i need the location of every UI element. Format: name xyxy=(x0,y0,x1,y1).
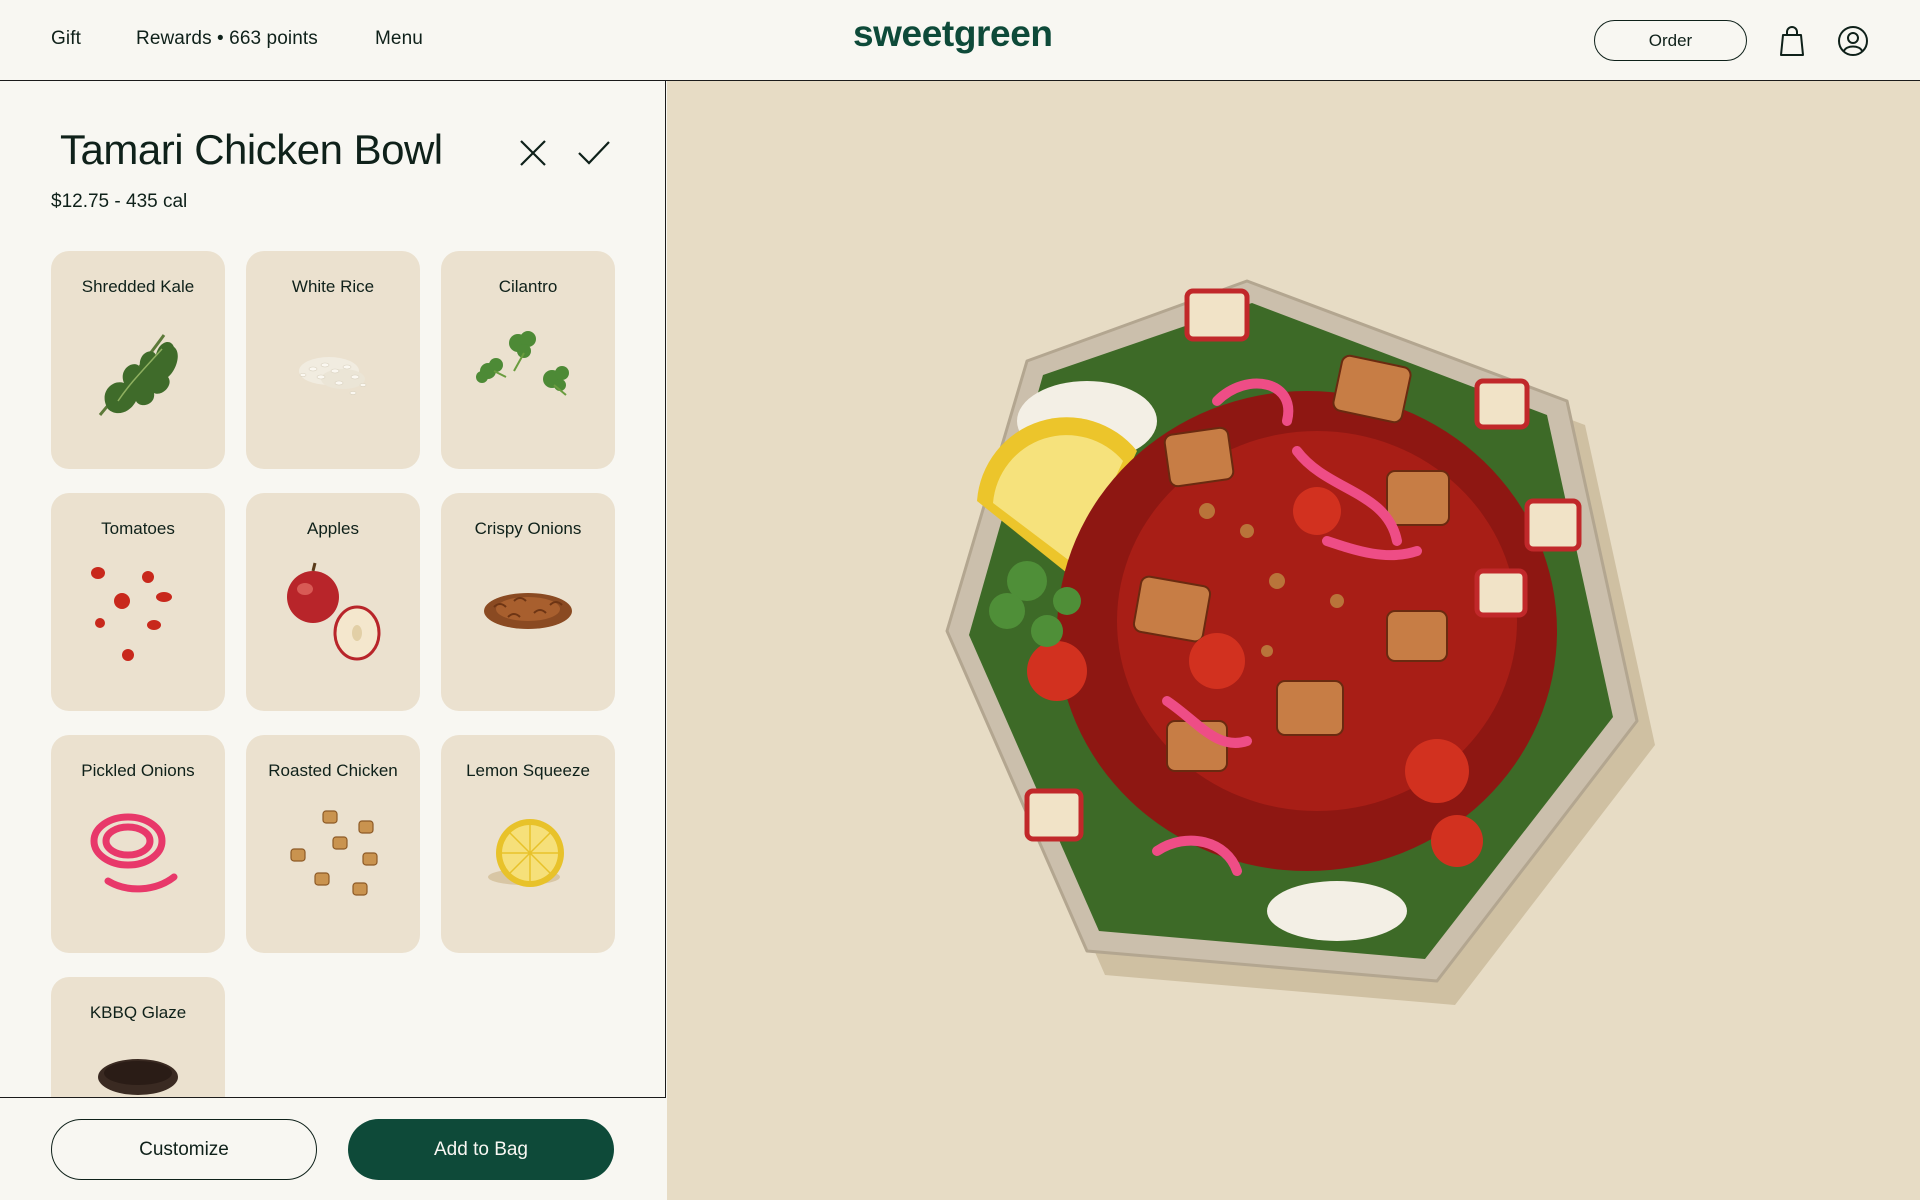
add-to-bag-button[interactable]: Add to Bag xyxy=(348,1119,614,1180)
ingredient-name: Tomatoes xyxy=(101,519,175,538)
lemon-icon xyxy=(488,819,564,887)
ingredient-card[interactable]: Tomatoes xyxy=(51,493,225,711)
ingredient-grid: Shredded Kale White Rice Cilantro Tomato… xyxy=(51,251,615,1195)
apples-icon xyxy=(287,562,381,661)
ingredient-name: White Rice xyxy=(291,277,375,296)
price-calories: $12.75 - 435 cal xyxy=(51,191,188,212)
account-icon[interactable] xyxy=(1837,25,1869,57)
order-button[interactable]: Order xyxy=(1594,20,1747,61)
product-hero xyxy=(667,81,1920,1200)
nav-menu-link[interactable]: Menu xyxy=(375,28,423,50)
crispy-onions-icon xyxy=(484,593,572,629)
close-icon[interactable] xyxy=(518,138,548,168)
ingredient-name: Crispy Onions xyxy=(474,519,582,538)
ingredient-name: Shredded Kale xyxy=(81,277,195,296)
kale-icon xyxy=(98,334,178,416)
top-header: Gift Rewards • 663 points Menu sweetgree… xyxy=(0,0,1920,81)
brand-logo[interactable]: sweetgreen xyxy=(853,13,1053,55)
ingredient-card[interactable]: White Rice xyxy=(246,251,420,469)
action-bar: Customize Add to Bag xyxy=(0,1097,666,1200)
customize-button[interactable]: Customize xyxy=(51,1119,317,1180)
ingredient-name: Cilantro xyxy=(498,277,558,296)
ingredient-card[interactable]: Pickled Onions xyxy=(51,735,225,953)
ingredient-card[interactable]: Roasted Chicken xyxy=(246,735,420,953)
rice-icon xyxy=(299,357,367,395)
cilantro-icon xyxy=(476,331,569,396)
ingredient-name: KBBQ Glaze xyxy=(89,1003,187,1022)
ingredient-name: Pickled Onions xyxy=(81,761,195,780)
nav-gift-link[interactable]: Gift xyxy=(51,28,81,50)
bag-icon[interactable] xyxy=(1778,25,1806,57)
ingredient-card[interactable]: Cilantro xyxy=(441,251,615,469)
nav-rewards-link[interactable]: Rewards • 663 points xyxy=(136,28,318,50)
pickled-onions-icon xyxy=(90,813,178,893)
ingredient-card[interactable]: Lemon Squeeze xyxy=(441,735,615,953)
ingredient-name: Roasted Chicken xyxy=(268,761,398,780)
product-detail-panel: Tamari Chicken Bowl $12.75 - 435 cal Shr… xyxy=(0,81,666,1200)
ingredient-card[interactable]: Crispy Onions xyxy=(441,493,615,711)
ingredient-name: Apples xyxy=(307,519,359,538)
check-icon[interactable] xyxy=(577,138,611,168)
ingredient-card[interactable]: Apples xyxy=(246,493,420,711)
chicken-icon xyxy=(290,810,378,896)
tomatoes-icon xyxy=(91,567,172,661)
bowl-image xyxy=(945,279,1655,1005)
ingredient-name: Lemon Squeeze xyxy=(466,761,590,780)
product-title: Tamari Chicken Bowl xyxy=(60,126,443,173)
ingredient-card[interactable]: Shredded Kale xyxy=(51,251,225,469)
